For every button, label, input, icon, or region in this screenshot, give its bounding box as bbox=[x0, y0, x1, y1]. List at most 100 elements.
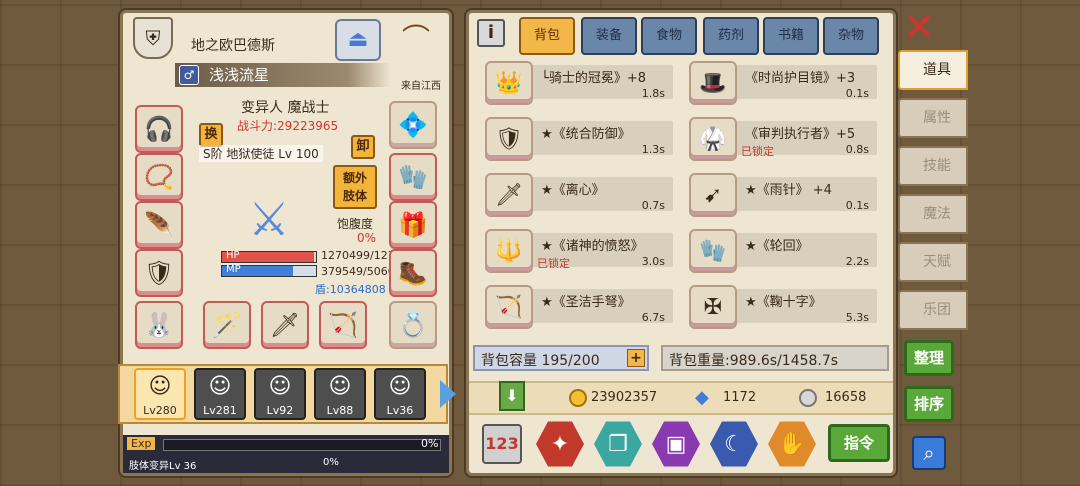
side-tab-items[interactable]: 道具 bbox=[898, 50, 968, 90]
swap-button[interactable]: 换 bbox=[199, 123, 223, 147]
guild-badge-icon[interactable]: ⛨ bbox=[133, 17, 173, 59]
item-weight: 5.3s bbox=[845, 311, 869, 324]
exp-bar bbox=[163, 439, 441, 451]
inventory-item[interactable]: 👑 └骑士的冠冕》+8 1.8s bbox=[475, 57, 673, 107]
equip-slot-wing[interactable]: 🪶 bbox=[135, 201, 183, 249]
sword-icon: 🗡 bbox=[485, 173, 533, 217]
equip-slot-chest[interactable]: 🎁 bbox=[389, 201, 437, 249]
gold-coin-icon bbox=[569, 389, 587, 407]
tab-misc[interactable]: 杂物 bbox=[823, 17, 879, 55]
download-icon[interactable]: ⬇ bbox=[499, 381, 525, 411]
weight-text: 背包重量:989.6s/1458.7s bbox=[669, 353, 839, 369]
item-name: 《审判执行者》+5 bbox=[745, 127, 856, 142]
item-weight: 1.8s bbox=[641, 87, 665, 100]
item-weight: 0.7s bbox=[641, 199, 665, 212]
exp-area: Exp 0% 肢体变异Lv 36 0% bbox=[123, 435, 449, 473]
party-member-2[interactable]: ☺ Lv281 bbox=[194, 368, 246, 420]
extra-body-button[interactable]: 额外 肢体 bbox=[333, 165, 377, 209]
character-name-bar: ♂ 浅浅流星 bbox=[175, 63, 391, 87]
equip-slot-headphones[interactable]: 🎧 bbox=[135, 105, 183, 153]
tab-equipment[interactable]: 装备 bbox=[581, 17, 637, 55]
item-name: ★《诸神的愤怒》 bbox=[541, 239, 644, 254]
item-name: ★《雨针》 +4 bbox=[745, 183, 832, 198]
equip-slot-armor[interactable]: 🛡 bbox=[135, 249, 183, 297]
power-value: 战斗力:29223965 bbox=[237, 119, 339, 133]
equip-slot-staff[interactable]: 🪄 bbox=[203, 301, 251, 349]
mutation-label: 肢体变异Lv 36 bbox=[129, 461, 197, 472]
close-icon[interactable]: ✕ bbox=[902, 8, 936, 46]
spear-icon: 🔱 bbox=[485, 229, 533, 273]
party-level: Lv88 bbox=[326, 404, 354, 417]
equip-slot-crystal[interactable]: 💠 bbox=[389, 101, 437, 149]
horned-hero-icon: ☺ bbox=[208, 374, 232, 399]
side-tab-attributes[interactable]: 属性 bbox=[898, 98, 968, 138]
gem-amount: 1172 bbox=[723, 390, 757, 405]
party-member-5[interactable]: ☺ Lv36 bbox=[374, 368, 426, 420]
inventory-item[interactable]: 🔱 ★《诸神的愤怒》 已锁定 3.0s bbox=[475, 225, 673, 275]
side-tab-band[interactable]: 乐团 bbox=[898, 290, 968, 330]
expand-capacity-button[interactable]: + bbox=[627, 349, 645, 367]
hp-value: 1270499/127 bbox=[321, 249, 395, 262]
inventory-item[interactable]: 🛡 ★《统合防御》 1.3s bbox=[475, 113, 673, 163]
item-weight: 3.0s bbox=[641, 255, 665, 268]
item-weight: 6.7s bbox=[641, 311, 665, 324]
side-tab-talent[interactable]: 天赋 bbox=[898, 242, 968, 282]
silver-coin-icon bbox=[799, 389, 817, 407]
class-line: 变异人 魔战士 bbox=[241, 100, 330, 116]
equip-slot-boots[interactable]: 🥾 bbox=[389, 249, 437, 297]
equip-slot-ring[interactable]: 💍 bbox=[389, 301, 437, 349]
shield-value: 盾:10364808 bbox=[315, 283, 386, 296]
sort-button[interactable]: 排序 bbox=[904, 386, 954, 422]
equip-slot-bow[interactable]: 🏹 bbox=[319, 301, 367, 349]
item-weight: 0.8s bbox=[845, 143, 869, 156]
hp-label: HP bbox=[226, 250, 240, 261]
equip-slot-spear[interactable]: 🗡 bbox=[261, 301, 309, 349]
teleport-icon[interactable]: ⏏ bbox=[335, 19, 381, 61]
character-avatar[interactable]: ⚔ bbox=[209, 181, 329, 257]
crossbow-icon: 🏹 bbox=[485, 285, 533, 329]
party-member-1[interactable]: ☺ Lv280 bbox=[134, 368, 186, 420]
grey-hero-icon: ☺ bbox=[388, 374, 412, 399]
info-button[interactable]: i bbox=[477, 19, 505, 47]
inventory-item[interactable]: 🎩 《时尚护目镜》+3 0.1s bbox=[679, 57, 877, 107]
inventory-item[interactable]: 🗡 ★《离心》 0.7s bbox=[475, 169, 673, 219]
equip-slot-necklace[interactable]: 📿 bbox=[135, 153, 183, 201]
mp-bar: MP bbox=[221, 264, 317, 277]
inventory-item[interactable]: 🧤 ★《轮回》 2.2s bbox=[679, 225, 877, 275]
party-member-3[interactable]: ☺ Lv92 bbox=[254, 368, 306, 420]
party-level: Lv92 bbox=[266, 404, 294, 417]
exp-value: 0% bbox=[421, 437, 439, 450]
wardrobe-hanger-icon[interactable]: ⌒ bbox=[387, 19, 445, 61]
item-name: ★《离心》 bbox=[541, 183, 605, 198]
inventory-item[interactable]: 🏹 ★《圣洁手弩》 6.7s bbox=[475, 281, 673, 331]
equip-slot-glove[interactable]: 🧤 bbox=[389, 153, 437, 201]
cross-icon: ✠ bbox=[689, 285, 737, 329]
tab-backpack[interactable]: 背包 bbox=[519, 17, 575, 55]
unequip-button[interactable]: 卸 bbox=[351, 135, 375, 159]
crown-icon: 👑 bbox=[485, 61, 533, 105]
tab-books[interactable]: 书籍 bbox=[763, 17, 819, 55]
item-name: └骑士的冠冕》+8 bbox=[541, 71, 646, 86]
side-tab-skills[interactable]: 技能 bbox=[898, 146, 968, 186]
item-name: ★《鞠十字》 bbox=[745, 295, 822, 310]
item-weight: 1.3s bbox=[641, 143, 665, 156]
character-title: 地之欧巴德斯 bbox=[191, 38, 275, 54]
item-name: ★《圣洁手弩》 bbox=[541, 295, 631, 310]
weight-box: 背包重量:989.6s/1458.7s bbox=[661, 345, 889, 371]
search-icon[interactable]: ⌕ bbox=[912, 436, 946, 470]
needle-icon: ➹ bbox=[689, 173, 737, 217]
party-level: Lv280 bbox=[143, 404, 177, 417]
command-button[interactable]: 指令 bbox=[828, 424, 890, 462]
inventory-item[interactable]: ➹ ★《雨针》 +4 0.1s bbox=[679, 169, 877, 219]
party-member-4[interactable]: ☺ Lv88 bbox=[314, 368, 366, 420]
mp-value: 379549/5060 bbox=[321, 265, 395, 278]
tab-potion[interactable]: 药剂 bbox=[703, 17, 759, 55]
organize-button[interactable]: 整理 bbox=[904, 340, 954, 376]
inventory-item[interactable]: 🥋 《审判执行者》+5 已锁定 0.8s bbox=[679, 113, 877, 163]
inventory-item[interactable]: ✠ ★《鞠十字》 5.3s bbox=[679, 281, 877, 331]
equip-slot-bunny[interactable]: 🐰 bbox=[135, 301, 183, 349]
number-sort-button[interactable]: 123 bbox=[482, 424, 522, 464]
tab-food[interactable]: 食物 bbox=[641, 17, 697, 55]
side-tab-magic[interactable]: 魔法 bbox=[898, 194, 968, 234]
party-next-arrow-icon[interactable] bbox=[440, 380, 456, 408]
